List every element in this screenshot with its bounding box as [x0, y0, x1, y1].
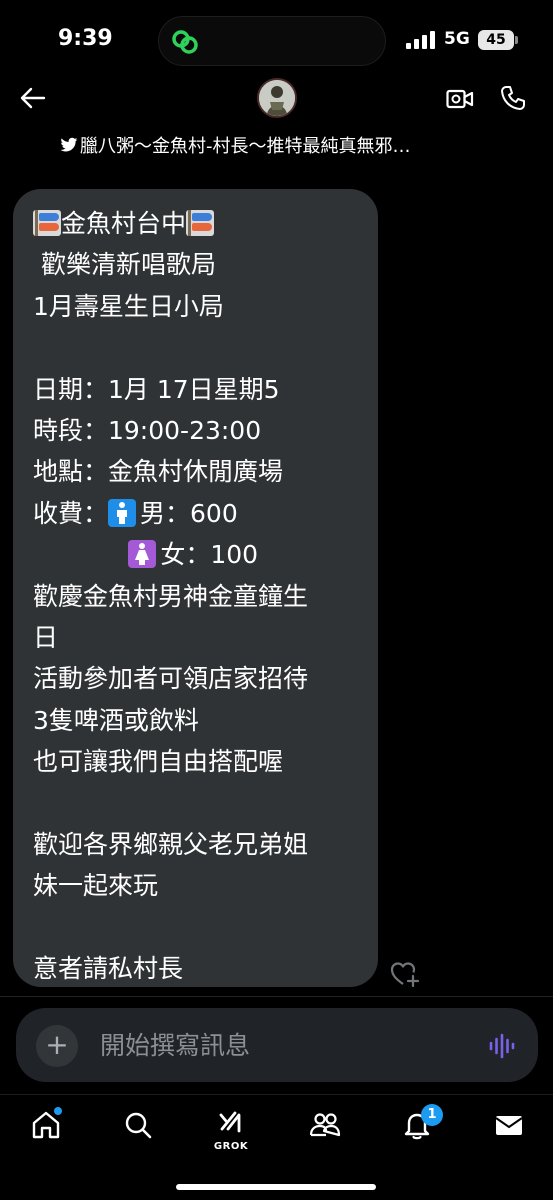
female-sign-icon	[128, 540, 157, 569]
message-line-prefix: 收費：	[33, 498, 109, 528]
avatar[interactable]	[257, 78, 297, 118]
message-line: 歡慶金魚村男神金童鐘生	[33, 576, 360, 617]
contact-name-text: 臘八粥～金魚村-村長～推特最純真無邪…	[80, 136, 411, 157]
message-input[interactable]	[100, 1026, 460, 1064]
message-line: 歡樂清新唱歌局	[33, 244, 360, 285]
search-icon	[125, 1112, 152, 1139]
communities-icon	[309, 1113, 341, 1137]
message-line	[33, 327, 360, 368]
message-line: 地點：金魚村休閒廣場	[33, 451, 360, 492]
status-time: 9:39	[58, 26, 113, 51]
message-line-text: 3隻啤酒或飲料	[33, 705, 199, 735]
message-line-text: 男：600	[140, 498, 238, 528]
network-label: 5G	[444, 29, 470, 49]
message-text: 金魚村台中 歡樂清新唱歌局 1月壽星生日小局日期：1月 17日星期5 時段：19:0…	[33, 203, 360, 989]
composer-divider	[0, 996, 553, 997]
battery-tip	[515, 36, 518, 44]
signal-icon	[406, 31, 435, 49]
message-line: 金魚村台中	[33, 203, 360, 244]
grok-icon	[219, 1111, 241, 1133]
message-line: 妹一起來玩	[33, 865, 360, 906]
message-line-text: 日	[33, 622, 59, 652]
message-line-text: 女：100	[160, 540, 259, 570]
grok-label: GROK	[213, 1141, 249, 1152]
message-line: 女：100	[33, 534, 360, 575]
notification-badge: 1	[421, 1104, 443, 1126]
back-arrow-icon[interactable]	[18, 86, 46, 110]
carp-streamer-icon	[186, 210, 215, 236]
message-line-text: 歡迎各界鄉親父老兄弟姐	[33, 829, 309, 859]
message-bubble[interactable]: 金魚村台中 歡樂清新唱歌局 1月壽星生日小局日期：1月 17日星期5 時段：19:0…	[13, 189, 378, 987]
carp-streamer-icon	[33, 210, 61, 236]
home-unread-dot	[54, 1107, 62, 1115]
message-line-prefix	[33, 540, 128, 569]
message-line-text: 1月壽星生日小局	[33, 291, 224, 321]
message-line	[33, 907, 360, 948]
message-line-text: 活動參加者可領店家招待	[33, 664, 309, 694]
message-line: 1月壽星生日小局	[33, 286, 360, 327]
message-line-text: 時段：19:00-23:00	[33, 415, 262, 445]
battery-icon: 45	[478, 30, 514, 50]
message-line-text: 日期：1月 17日星期5	[33, 374, 280, 404]
message-line: 收費： 男：600	[33, 493, 360, 534]
message-line-text: 金魚村台中	[61, 209, 187, 238]
message-line-text: 妹一起來玩	[33, 871, 159, 901]
heart-plus-icon[interactable]	[390, 960, 420, 988]
message-line: 日	[33, 617, 360, 658]
video-call-icon[interactable]	[446, 88, 474, 110]
message-line: 時段：19:00-23:00	[33, 410, 360, 451]
tab-search[interactable]	[118, 1107, 158, 1151]
message-line: 活動參加者可領店家招待	[33, 658, 360, 699]
status-bar: 9:39 5G 45	[0, 0, 553, 80]
message-line-text: 意者請私村長	[33, 954, 184, 984]
message-line: 3隻啤酒或飲料	[33, 700, 360, 741]
male-sign-icon	[108, 498, 137, 527]
contact-name[interactable]: 臘八粥～金魚村-村長～推特最純真無邪…	[60, 132, 500, 158]
link-icon	[172, 30, 198, 54]
bird-icon	[60, 137, 78, 152]
dynamic-island	[158, 16, 386, 66]
voice-message-icon[interactable]	[488, 1033, 516, 1059]
message-line-text: 歡樂清新唱歌局	[33, 250, 216, 280]
message-line-text: 歡慶金魚村男神金童鐘生	[33, 581, 309, 611]
add-attachment-button[interactable]: +	[36, 1025, 78, 1067]
message-composer: +	[16, 1008, 538, 1082]
tab-messages[interactable]	[489, 1107, 529, 1151]
avatar-image	[259, 80, 295, 116]
message-line	[33, 782, 360, 823]
message-line: 意者請私村長	[33, 948, 360, 989]
message-line: 歡迎各界鄉親父老兄弟姐	[33, 824, 360, 865]
message-line-text: 也可讓我們自由搭配喔	[33, 747, 284, 777]
home-indicator	[176, 1184, 376, 1190]
mail-icon	[495, 1116, 523, 1135]
tab-grok[interactable]: GROK	[211, 1107, 251, 1152]
message-line: 日期：1月 17日星期5	[33, 369, 360, 410]
message-line: 也可讓我們自由搭配喔	[33, 741, 360, 782]
tab-communities[interactable]	[304, 1107, 344, 1151]
conversation-header: 臘八粥～金魚村-村長～推特最純真無邪…	[0, 76, 553, 164]
message-line-text: 地點：金魚村休閒廣場	[33, 457, 284, 487]
phone-call-icon[interactable]	[500, 85, 526, 111]
